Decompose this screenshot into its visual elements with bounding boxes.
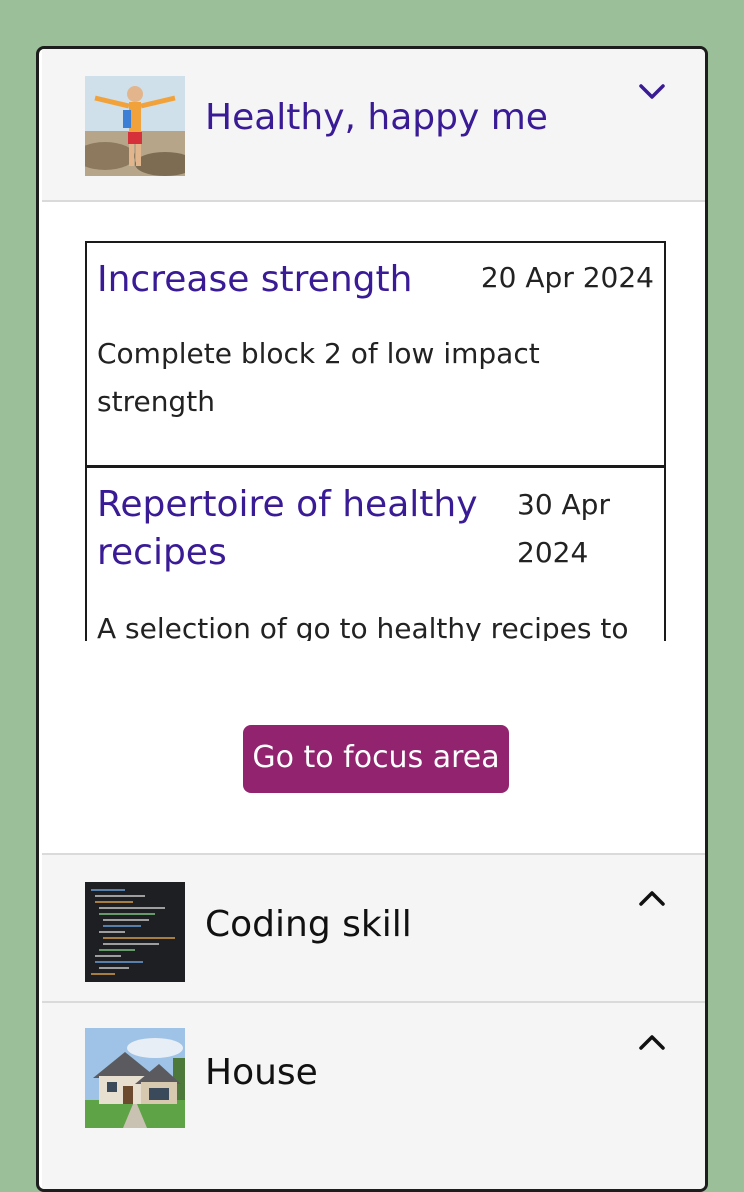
- goal-title[interactable]: Increase strength: [97, 256, 457, 304]
- chevron-down-icon[interactable]: [637, 77, 667, 107]
- goal-item[interactable]: Increase strength 20 Apr 2024 Complete b…: [87, 243, 664, 468]
- focus-area-header-house[interactable]: House: [42, 1003, 705, 1189]
- focus-area-title: House: [205, 1052, 318, 1093]
- goals-list[interactable]: Increase strength 20 Apr 2024 Complete b…: [85, 241, 666, 641]
- chevron-up-icon[interactable]: [637, 883, 667, 913]
- focus-area-header-coding[interactable]: Coding skill: [42, 853, 705, 1003]
- goal-date: 20 Apr 2024: [480, 261, 654, 294]
- focus-area-header-healthy[interactable]: Healthy, happy me: [42, 49, 705, 202]
- goal-date: 30 Apr 2024: [517, 488, 610, 569]
- goal-description: A selection of go to healthy recipes to: [97, 612, 629, 641]
- goal-description: Complete block 2 of low impact strength: [97, 337, 540, 418]
- coding-thumbnail: [85, 882, 185, 982]
- goal-title[interactable]: Repertoire of healthy recipes: [97, 481, 507, 577]
- focus-area-title: Healthy, happy me: [205, 97, 548, 138]
- focus-area-panel: Increase strength 20 Apr 2024 Complete b…: [42, 202, 705, 853]
- healthy-thumbnail: [85, 76, 185, 176]
- goal-item[interactable]: Repertoire of healthy recipes 30 Apr 202…: [87, 468, 664, 641]
- chevron-up-icon[interactable]: [637, 1027, 667, 1057]
- house-thumbnail: [85, 1028, 185, 1128]
- focus-areas-card: Healthy, happy me Increase strength 20 A…: [36, 46, 708, 1192]
- go-to-focus-area-button[interactable]: Go to focus area: [243, 725, 509, 793]
- focus-area-title: Coding skill: [205, 904, 412, 945]
